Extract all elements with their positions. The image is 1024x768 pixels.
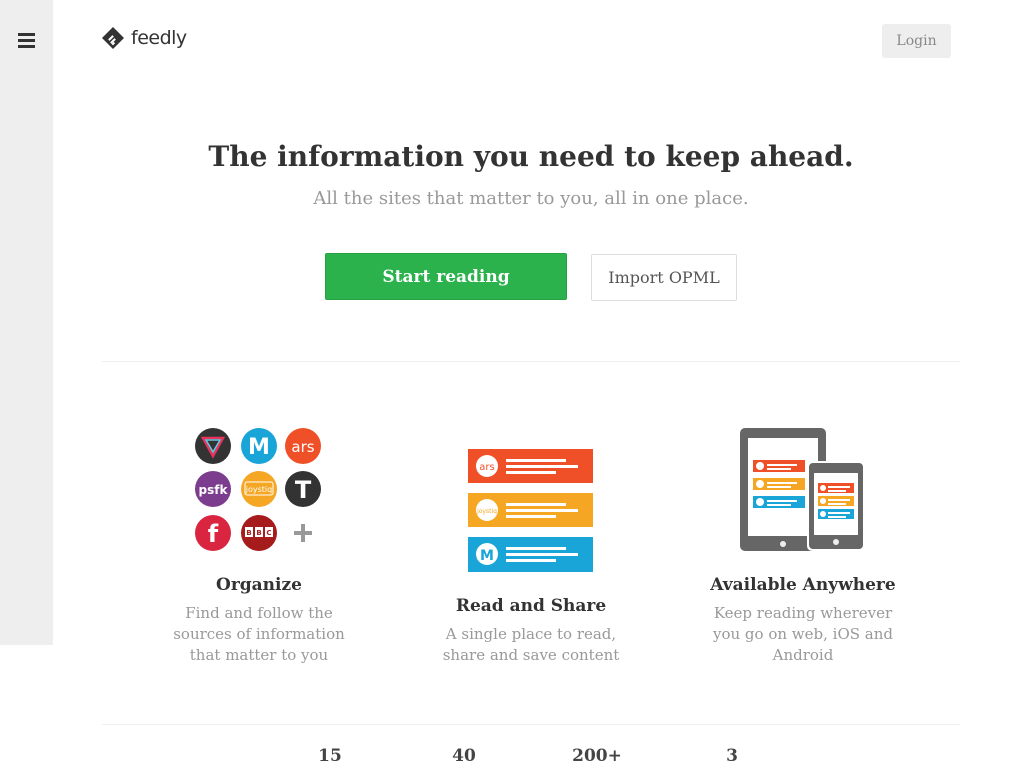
sidebar [0,0,53,645]
login-button[interactable]: Login [882,24,951,58]
feature-description-line: Find and follow the [185,604,333,622]
feedly-logo[interactable]: feedly [101,26,187,50]
mashable-icon: M [241,428,277,464]
stat-value: 3 [726,746,738,766]
feature-title: Available Anywhere [710,575,896,595]
plus-icon [294,524,312,542]
feature-available-anywhere: Available Anywhere Keep reading wherever… [703,575,903,666]
ars-icon: ars [285,428,321,464]
mashable-card: M [468,537,593,572]
feature-description-line: sources of information [173,625,345,643]
svg-text:B: B [256,529,261,537]
svg-text:B: B [246,529,251,537]
svg-text:ars: ars [479,462,494,473]
joystiq-icon: joystiq [241,471,277,507]
svg-text:f: f [208,520,219,548]
fast-company-icon: f [195,515,231,551]
feature-description-line: Android [772,646,834,664]
feature-title: Organize [216,575,302,595]
svg-text:joystiq: joystiq [245,485,272,494]
feature-description: Keep reading wherever you go on web, iOS… [703,603,903,666]
feature-description-line: that matter to you [189,646,329,664]
stat-value: 200+ [572,746,622,766]
svg-text:C: C [266,529,271,537]
verge-icon [195,428,231,464]
nytimes-icon: T [285,471,321,507]
logo-text: feedly [131,27,187,49]
joystiq-card: joystiq [468,493,593,527]
ars-card: ars [468,449,593,483]
stat-value: 15 [318,746,342,766]
svg-text:joystiq: joystiq [476,508,497,515]
feedly-logo-icon [102,27,124,49]
hamburger-menu-icon[interactable] [18,33,35,48]
start-reading-button[interactable]: Start reading [325,253,567,300]
page-subtitle: All the sites that matter to you, all in… [313,188,749,209]
page-title: The information you need to keep ahead. [208,140,854,173]
svg-text:T: T [295,476,312,504]
feature-description: Find and follow the sources of informati… [159,603,359,666]
feature-description-line: share and save content [442,646,620,664]
feature-description-line: you go on web, iOS and [713,625,893,643]
divider [102,724,960,725]
feature-read-share: Read and Share A single place to read, s… [431,596,631,666]
psfk-icon: psfk [195,471,231,507]
stat-value: 40 [452,746,476,766]
bbc-icon: B B C [241,515,277,551]
phone-icon [807,461,865,551]
read-share-illustration: ars joystiq M [468,449,594,573]
import-opml-button[interactable]: Import OPML [591,254,737,301]
svg-text:psfk: psfk [199,483,229,497]
organize-icon-grid: M ars psfk joystiq T f B B C [195,428,325,556]
divider [102,361,960,362]
svg-text:M: M [248,435,270,460]
svg-text:ars: ars [291,438,314,456]
feature-description-line: A single place to read, [445,625,617,643]
feature-title: Read and Share [455,596,607,616]
feature-description: A single place to read, share and save c… [431,624,631,666]
svg-text:M: M [480,548,494,564]
devices-illustration [740,428,866,552]
feature-description-line: Keep reading wherever [713,604,893,622]
feature-organize: Organize Find and follow the sources of … [159,575,359,666]
